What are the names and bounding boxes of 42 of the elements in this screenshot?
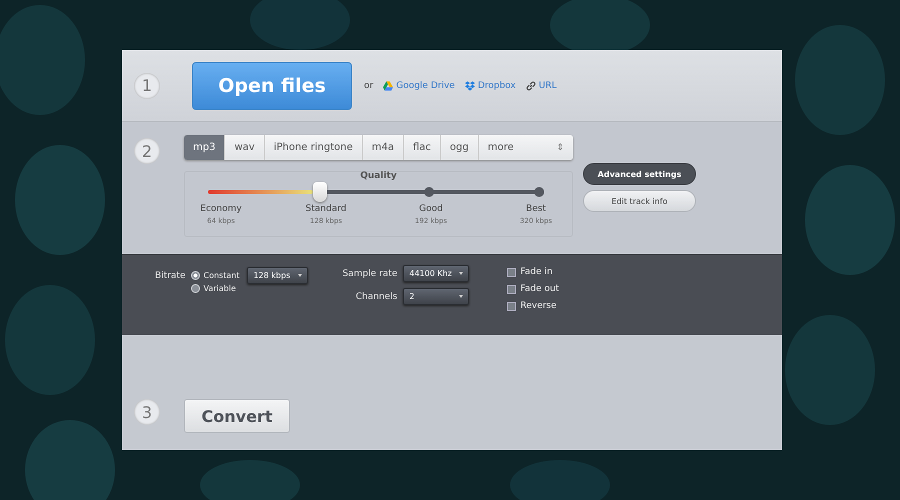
source-link[interactable]: URL: [538, 80, 557, 90]
checkbox-label: Fade out: [520, 284, 560, 294]
or-label: or: [364, 80, 374, 90]
step-number: 2: [134, 138, 160, 164]
bitrate-select[interactable]: 128 kbps: [247, 267, 308, 284]
format-tab[interactable]: ogg: [440, 135, 479, 160]
convert-button[interactable]: Convert: [184, 399, 290, 433]
stop-label: Economy: [200, 204, 242, 214]
radio-button[interactable]: [190, 271, 200, 280]
bitrate-label: Bitrate: [155, 271, 186, 281]
format-tab[interactable]: mp3: [184, 135, 226, 160]
source-link[interactable]: Google Drive: [396, 80, 455, 90]
format-tab[interactable]: flac: [404, 135, 441, 160]
stop-label: Good: [419, 204, 443, 214]
settings-button[interactable]: Edit track info: [583, 190, 696, 212]
channels-select[interactable]: 2: [403, 288, 470, 305]
quality-title: Quality: [359, 171, 398, 181]
radio-label: Constant: [204, 271, 240, 280]
slider-thumb[interactable]: [312, 182, 327, 202]
link-icon: [526, 80, 536, 90]
box-icon: [464, 80, 475, 90]
sample-rate-select[interactable]: 44100 Khz: [403, 265, 470, 282]
radio-label: Variable: [204, 284, 236, 293]
more-dropdown[interactable]: more ⇕: [478, 135, 573, 160]
stop-label: Best: [526, 204, 546, 214]
checkbox-label: Fade in: [520, 267, 553, 277]
checkbox[interactable]: [507, 302, 516, 310]
radio-button[interactable]: [190, 284, 200, 293]
format-tab[interactable]: wav: [225, 135, 265, 160]
sample-rate-label: Sample rate: [342, 268, 398, 278]
checkbox[interactable]: [507, 268, 516, 276]
source-link[interactable]: Dropbox: [478, 80, 516, 90]
format-tab[interactable]: iPhone ringtone: [264, 135, 363, 160]
checkbox-label: Reverse: [520, 301, 557, 311]
step-number: 1: [134, 72, 160, 98]
triangle-icon: [383, 80, 394, 90]
settings-button[interactable]: Advanced settings: [583, 163, 696, 185]
channels-label: Channels: [356, 292, 398, 302]
format-tab[interactable]: m4a: [362, 135, 404, 160]
checkbox[interactable]: [507, 284, 516, 294]
step-number: 3: [134, 399, 160, 425]
stop-label: Standard: [306, 204, 346, 214]
